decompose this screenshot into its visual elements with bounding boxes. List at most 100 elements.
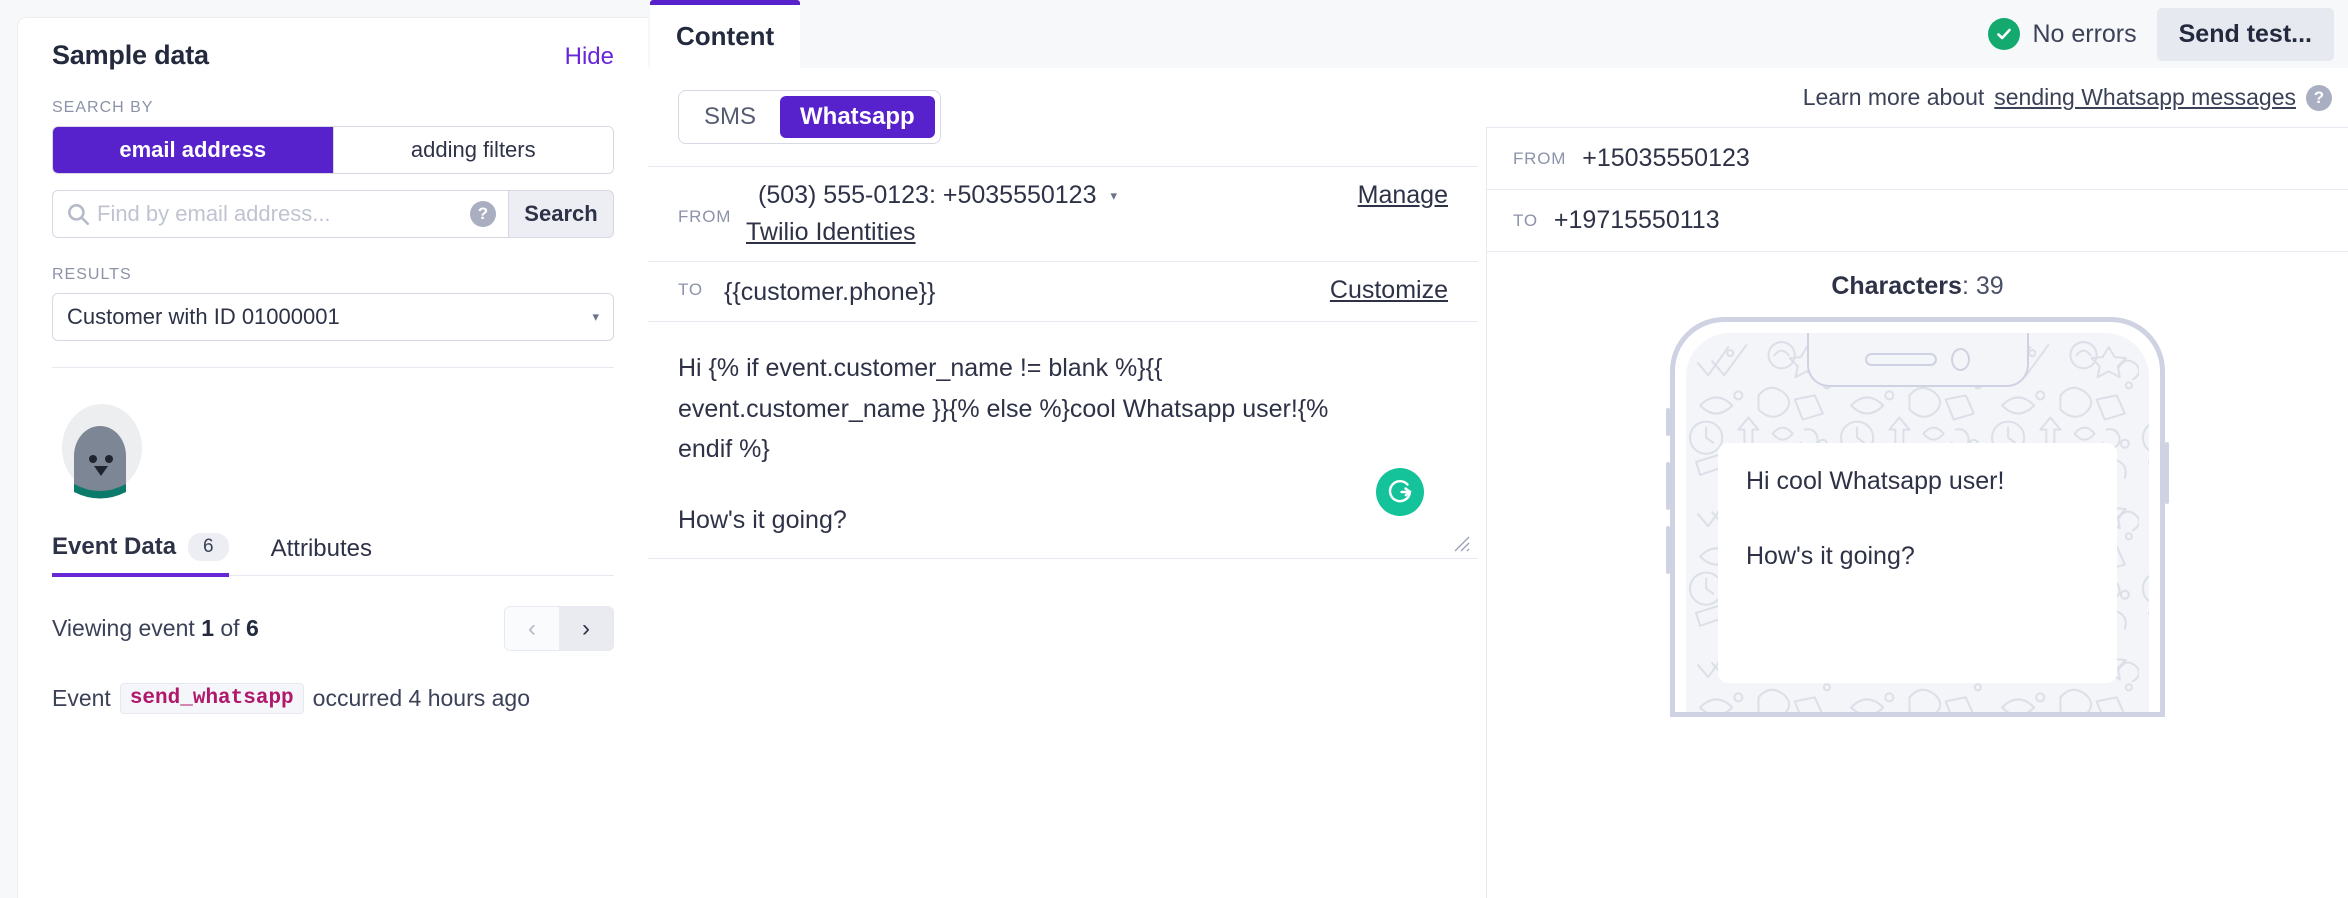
- viewing-middle: of: [220, 615, 240, 641]
- chevron-down-icon: ▾: [592, 309, 599, 324]
- phone-notch: [1806, 333, 2029, 387]
- search-box[interactable]: ?: [52, 190, 508, 238]
- from-select[interactable]: (503) 555-0123: +5035550123 ▾: [746, 181, 1338, 210]
- from-body: (503) 555-0123: +5035550123 ▾ Twilio Ide…: [746, 181, 1338, 247]
- twilio-identities-link[interactable]: Twilio Identities: [746, 218, 916, 247]
- message-editor[interactable]: Hi {% if event.customer_name != blank %}…: [648, 322, 1478, 559]
- detail-tabs: Event Data 6 Attributes: [52, 533, 614, 577]
- app-root: Sample data Hide SEARCH BY email address…: [0, 0, 2348, 898]
- viewing-prefix: Viewing event: [52, 615, 195, 641]
- to-row: TO {{customer.phone}} Customize: [648, 262, 1478, 322]
- character-count: Characters: 39: [1831, 272, 2004, 300]
- phone-speaker-icon: [1865, 352, 1937, 366]
- pager-prev-button[interactable]: ‹: [505, 607, 559, 650]
- tab-event-data-count: 6: [188, 533, 229, 561]
- learn-more-row: Learn more about sending Whatsapp messag…: [1478, 68, 2348, 127]
- character-count-value: 39: [1975, 272, 2004, 300]
- viewing-event-text: Viewing event 1 of 6: [52, 615, 259, 642]
- phone-screen: Hi cool Whatsapp user! How's it going?: [1686, 333, 2149, 712]
- bubble-line-2: How's it going?: [1746, 542, 1915, 570]
- learn-more-help-icon[interactable]: ?: [2306, 84, 2332, 111]
- tab-content[interactable]: Content: [650, 0, 801, 68]
- tab-attributes[interactable]: Attributes: [271, 535, 372, 575]
- segment-adding-filters[interactable]: adding filters: [333, 127, 613, 173]
- preview-card: FROM +15035550123 TO +19715550113 Charac…: [1486, 127, 2348, 898]
- search-icon: [65, 201, 91, 227]
- content-surface: SMS Whatsapp FROM (503) 555-0123: +50355…: [648, 68, 1478, 898]
- message-line-2: How's it going?: [678, 505, 847, 534]
- channel-sms[interactable]: SMS: [684, 96, 776, 138]
- results-select[interactable]: Customer with ID 01000001 ▾: [52, 293, 614, 341]
- phone-button-volume-down-icon: [1666, 526, 1670, 574]
- from-actions: Manage: [1338, 181, 1448, 210]
- to-value[interactable]: {{customer.phone}}: [724, 276, 1310, 307]
- message-line-1: Hi {% if event.customer_name != blank %}…: [678, 354, 1329, 463]
- tab-event-data[interactable]: Event Data 6: [52, 533, 229, 577]
- results-label: RESULTS: [52, 266, 132, 283]
- pager-next-button[interactable]: ›: [559, 607, 613, 650]
- content-panel: Content SMS Whatsapp FROM (503) 555-0123…: [648, 0, 1478, 898]
- tab-event-data-label: Event Data: [52, 533, 177, 560]
- event-summary: Event send_whatsapp occurred 4 hours ago: [52, 683, 614, 714]
- phone-button-power-icon: [2165, 442, 2169, 504]
- content-tabstrip: Content: [648, 0, 1478, 68]
- preview-from-row: FROM +15035550123: [1487, 128, 2348, 190]
- learn-more-link[interactable]: sending Whatsapp messages: [1994, 84, 2296, 111]
- sample-data-header: Sample data Hide: [52, 18, 614, 71]
- viewing-total: 6: [245, 615, 259, 641]
- page-title: Sample data: [52, 40, 209, 70]
- phone-camera-icon: [1951, 347, 1970, 371]
- event-pager: ‹ ›: [504, 606, 614, 651]
- search-by-toggle: email address adding filters: [52, 126, 614, 174]
- phone-button-mute-icon: [1666, 408, 1670, 436]
- sample-data-card: Sample data Hide SEARCH BY email address…: [18, 18, 648, 898]
- preview-to-label: TO: [1513, 210, 1538, 230]
- panel-divider: [52, 367, 614, 368]
- preview-surface: Learn more about sending Whatsapp messag…: [1478, 68, 2348, 898]
- event-suffix: occurred 4 hours ago: [312, 685, 531, 711]
- status-badge: No errors: [1988, 18, 2137, 50]
- segment-email-address[interactable]: email address: [53, 127, 334, 173]
- search-row: ? Search: [52, 190, 614, 238]
- check-circle-icon: [1988, 18, 2021, 50]
- grammarly-icon[interactable]: [1376, 468, 1424, 516]
- from-label: FROM: [678, 207, 732, 226]
- customize-link[interactable]: Customize: [1330, 276, 1448, 304]
- preview-from-value: +15035550123: [1582, 144, 1750, 172]
- chevron-down-icon: ▾: [1110, 187, 1118, 203]
- hide-link[interactable]: Hide: [565, 43, 614, 71]
- resize-handle-icon[interactable]: [1450, 532, 1470, 552]
- preview-to-row: TO +19715550113: [1487, 190, 2348, 252]
- phone-preview-stage: Hi cool Whatsapp user! How's it going?: [1487, 317, 2348, 898]
- event-name-chip: send_whatsapp: [119, 683, 304, 714]
- message-bubble: Hi cool Whatsapp user! How's it going?: [1718, 443, 2117, 683]
- from-number: (503) 555-0123: +5035550123: [758, 181, 1097, 209]
- top-action-bar: No errors Send test...: [1478, 0, 2348, 68]
- message-meta: FROM (503) 555-0123: +5035550123 ▾ Twili…: [648, 166, 1478, 322]
- manage-link[interactable]: Manage: [1358, 181, 1448, 209]
- sample-data-panel: Sample data Hide SEARCH BY email address…: [0, 0, 648, 898]
- phone-frame: Hi cool Whatsapp user! How's it going?: [1666, 317, 2169, 717]
- from-row: FROM (503) 555-0123: +5035550123 ▾ Twili…: [648, 167, 1478, 262]
- status-text: No errors: [2032, 19, 2137, 48]
- avatar: [52, 396, 614, 505]
- search-by-label: SEARCH BY: [52, 99, 154, 116]
- search-button[interactable]: Search: [508, 190, 614, 238]
- preview-to-value: +19715550113: [1553, 206, 1720, 234]
- tab-attributes-label: Attributes: [270, 535, 373, 562]
- bubble-line-1: Hi cool Whatsapp user!: [1746, 467, 2005, 495]
- character-count-label: Characters: [1831, 272, 1962, 300]
- send-test-button[interactable]: Send test...: [2156, 7, 2334, 61]
- preview-from-label: FROM: [1513, 148, 1567, 168]
- search-input[interactable]: [97, 201, 470, 227]
- preview-panel: No errors Send test... Learn more about …: [1478, 0, 2348, 898]
- learn-more-prefix: Learn more about: [1802, 84, 1985, 110]
- to-actions: Customize: [1310, 276, 1448, 305]
- channel-row: SMS Whatsapp: [648, 68, 1478, 166]
- channel-whatsapp[interactable]: Whatsapp: [780, 96, 935, 138]
- viewing-current: 1: [201, 615, 214, 641]
- results-select-value: Customer with ID 01000001: [67, 304, 340, 329]
- search-help-icon[interactable]: ?: [470, 201, 496, 227]
- channel-toggle: SMS Whatsapp: [678, 90, 941, 144]
- message-body: Hi {% if event.customer_name != blank %}…: [678, 348, 1358, 540]
